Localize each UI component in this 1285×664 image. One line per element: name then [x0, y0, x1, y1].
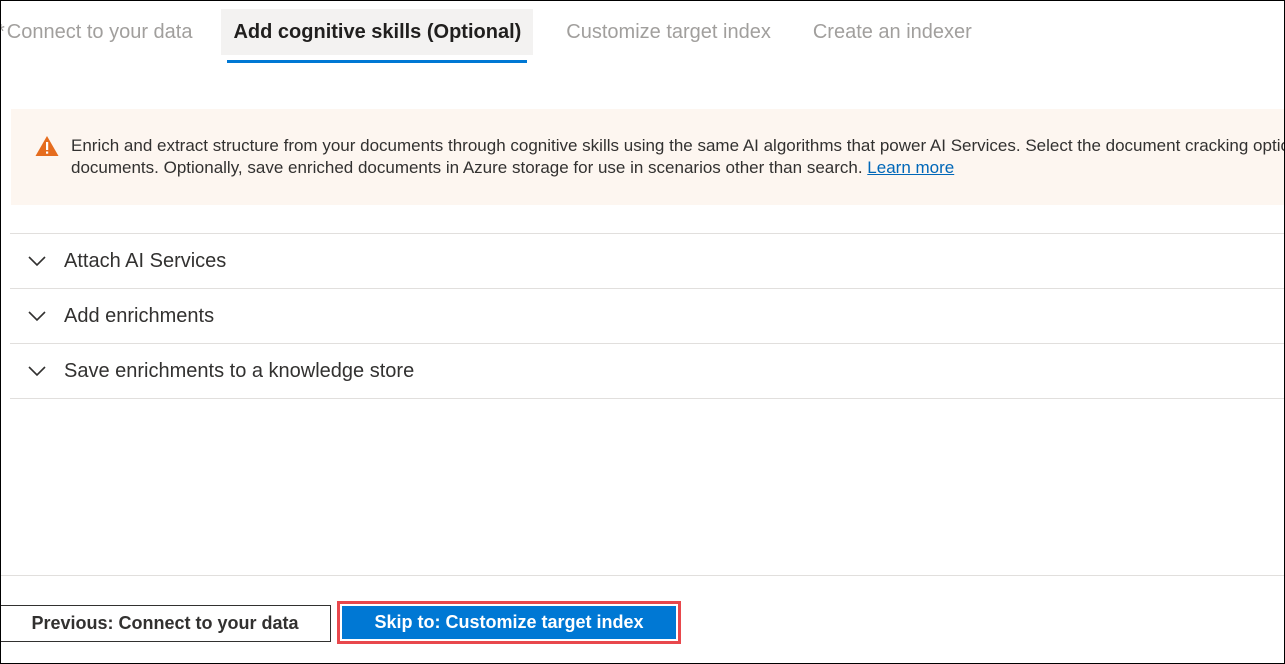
- accordion-label: Save enrichments to a knowledge store: [64, 359, 415, 382]
- footer-divider: [1, 575, 1284, 576]
- banner-line-1: Enrich and extract structure from your d…: [71, 136, 1285, 155]
- banner-message: Enrich and extract structure from your d…: [71, 135, 1285, 179]
- required-mark: *: [1, 21, 5, 44]
- banner-line-2: documents. Optionally, save enriched doc…: [71, 158, 955, 177]
- chevron-down-icon: [28, 256, 46, 267]
- skip-button-highlight: Skip to: Customize target index: [337, 601, 681, 644]
- accordion-save-enrichments[interactable]: Save enrichments to a knowledge store: [10, 343, 1284, 399]
- tab-label: Add cognitive skills (Optional): [233, 20, 522, 43]
- tab-customize-target-index[interactable]: Customize target index: [545, 9, 792, 55]
- chevron-down-icon: [28, 311, 46, 322]
- warning-banner: Enrich and extract structure from your d…: [11, 109, 1285, 205]
- wizard-frame: * Connect to your data Add cognitive ski…: [0, 0, 1285, 664]
- tab-create-an-indexer[interactable]: Create an indexer: [792, 9, 993, 55]
- accordion-label: Add enrichments: [64, 304, 215, 327]
- learn-more-link[interactable]: Learn more: [867, 158, 954, 177]
- tab-add-cognitive-skills[interactable]: Add cognitive skills (Optional): [221, 9, 534, 63]
- skip-to-customize-button[interactable]: Skip to: Customize target index: [342, 606, 676, 639]
- wizard-tabs: * Connect to your data Add cognitive ski…: [1, 9, 993, 63]
- skills-accordion: Attach AI Services Add enrichments Save …: [10, 233, 1284, 399]
- accordion-attach-ai-services[interactable]: Attach AI Services: [10, 233, 1284, 288]
- previous-button[interactable]: Previous: Connect to your data: [1, 605, 331, 642]
- tab-label: Connect to your data: [6, 20, 193, 43]
- accordion-label: Attach AI Services: [64, 249, 227, 272]
- tab-label: Customize target index: [566, 20, 771, 43]
- chevron-down-icon: [28, 366, 46, 377]
- tab-connect-to-your-data[interactable]: * Connect to your data: [1, 9, 213, 55]
- warning-icon: [35, 136, 59, 156]
- accordion-add-enrichments[interactable]: Add enrichments: [10, 288, 1284, 343]
- tab-label: Create an indexer: [812, 20, 972, 43]
